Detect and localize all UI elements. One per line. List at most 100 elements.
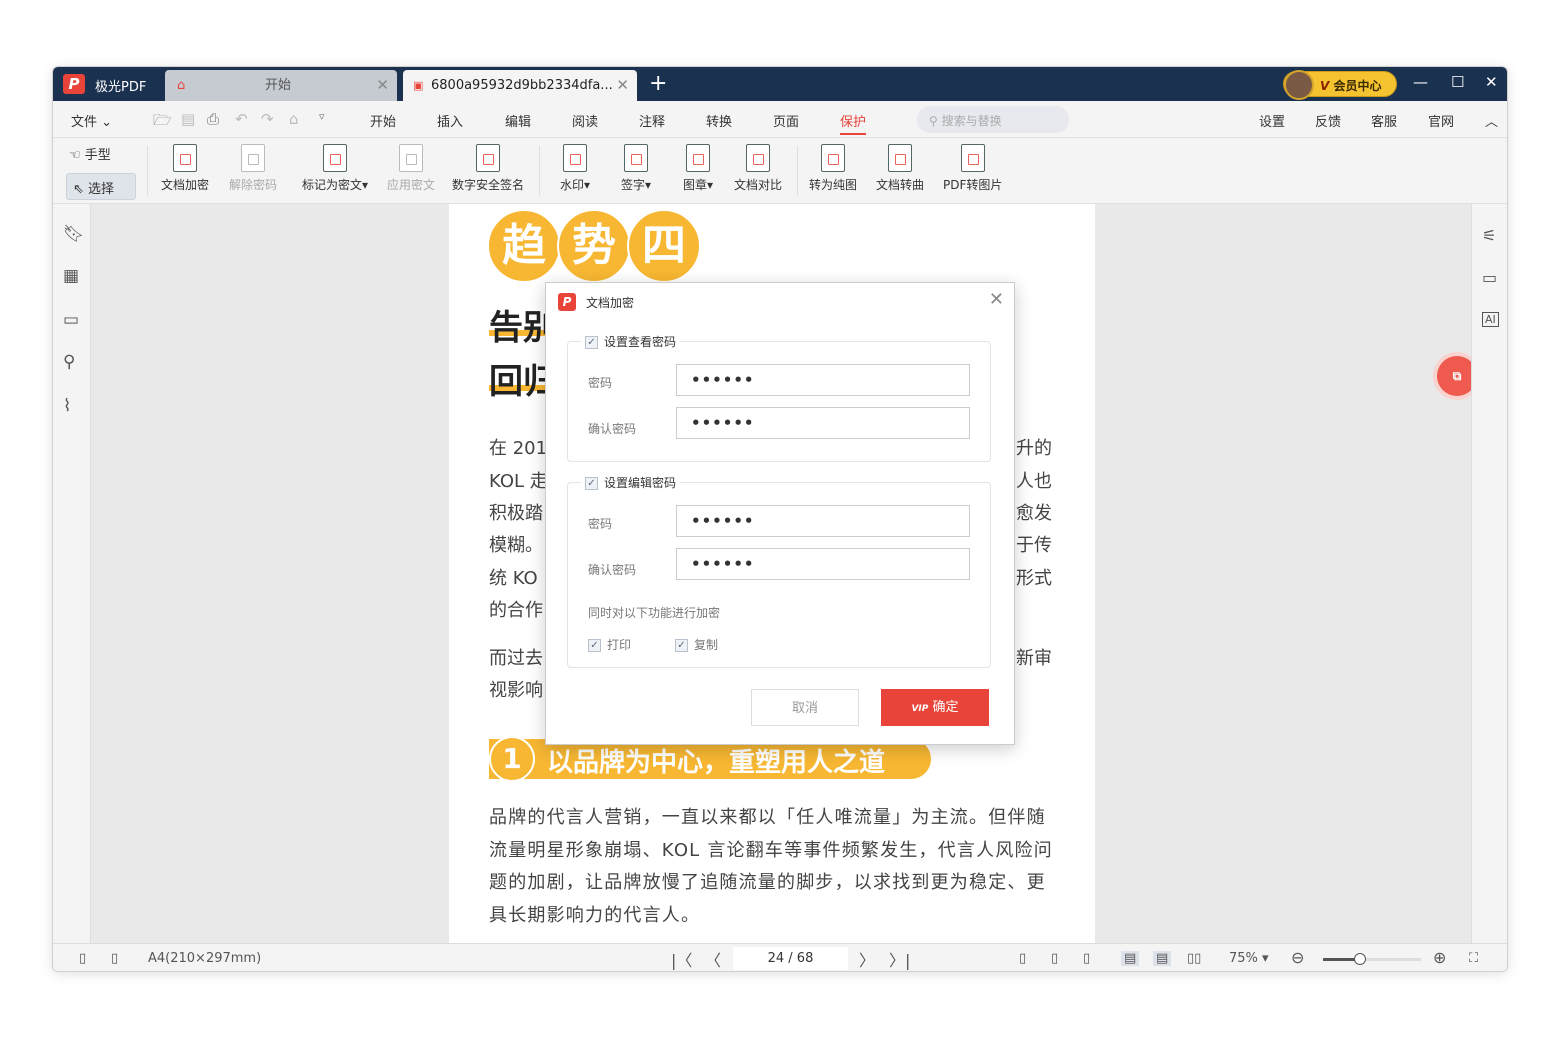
customize-dropdown-icon[interactable]: ▿	[319, 110, 325, 123]
close-tab-icon[interactable]: ✕	[616, 70, 629, 101]
menu-page[interactable]: 页面	[773, 111, 799, 130]
ai-icon[interactable]: AI	[1482, 312, 1499, 327]
paragraph-fragment: 人也	[1016, 471, 1052, 492]
edit-confirm-input[interactable]: ••••••	[676, 548, 970, 580]
edit-password-input[interactable]: ••••••	[676, 505, 970, 537]
pen-doc-icon	[476, 144, 500, 172]
app-name: 极光PDF	[95, 80, 147, 95]
menu-start[interactable]: 开始	[370, 111, 396, 130]
confirm-button[interactable]: VIP 确定	[881, 689, 989, 726]
zoom-select[interactable]: 75% ▾	[1229, 951, 1269, 966]
continuous-view-icon[interactable]: ▤	[1121, 951, 1140, 966]
title-char: 四	[627, 209, 701, 283]
print-checkbox[interactable]: ✓ 打印	[588, 636, 631, 653]
chat-icon[interactable]: ▭	[1482, 268, 1497, 287]
home-icon[interactable]: ⌂	[289, 110, 299, 128]
search-icon[interactable]: ⚲	[63, 352, 75, 372]
menu-convert[interactable]: 转换	[706, 111, 732, 130]
close-tab-icon[interactable]: ✕	[376, 70, 389, 101]
tab-document[interactable]: ▣ 6800a95932d9bb2334dfa... ✕	[403, 70, 637, 101]
select-tool[interactable]: ⇖ 选择	[66, 173, 136, 200]
password-label: 密码	[588, 376, 613, 390]
menu-settings[interactable]: 设置	[1259, 111, 1285, 130]
dialog-title: 文档加密	[586, 296, 635, 310]
thumbnails-icon[interactable]: ▦	[63, 266, 79, 286]
sign-button[interactable]: 签字▾	[621, 144, 651, 193]
to-image-only-button[interactable]: 转为纯图	[809, 144, 857, 193]
comments-icon[interactable]: ▭	[63, 310, 79, 330]
vip-center-button[interactable]: V 会员中心	[1283, 70, 1397, 100]
menu-protect[interactable]: 保护	[840, 111, 867, 135]
pdf-to-image-button[interactable]: PDF转图片	[943, 144, 1002, 193]
menu-insert[interactable]: 插入	[437, 111, 463, 130]
menu-support[interactable]: 客服	[1371, 111, 1397, 130]
zoom-in-button[interactable]: ⊕	[1433, 948, 1446, 967]
collapse-ribbon-icon[interactable]: ︿	[1485, 111, 1498, 130]
first-page-button[interactable]: |〈	[671, 947, 692, 971]
lock-doc-icon	[173, 144, 197, 172]
encrypt-document-button[interactable]: 文档加密	[161, 144, 209, 193]
checkbox-checked-icon: ✓	[585, 477, 598, 490]
undo-icon[interactable]: ↶	[235, 110, 248, 128]
view-password-checkbox[interactable]: ✓ 设置查看密码	[581, 333, 681, 350]
close-dialog-button[interactable]: ✕	[989, 289, 1004, 310]
zoom-slider-knob[interactable]	[1354, 953, 1367, 965]
bookmark-icon[interactable]: 🔖︎	[63, 224, 85, 244]
view-confirm-input[interactable]: ••••••	[676, 407, 970, 439]
maximize-button[interactable]: ☐	[1451, 73, 1464, 91]
two-page-icon[interactable]: ▯▯	[1187, 951, 1201, 966]
digital-signature-button[interactable]: 数字安全签名	[452, 144, 524, 193]
new-tab-button[interactable]: +	[649, 71, 667, 96]
save-icon[interactable]: ▤	[181, 110, 195, 128]
fit-width-icon[interactable]: ▯	[1083, 951, 1090, 966]
print-icon[interactable]: ⎙	[207, 110, 219, 128]
fit-page-icon[interactable]: ▯	[1051, 951, 1058, 966]
menu-website[interactable]: 官网	[1428, 111, 1454, 130]
zoom-slider[interactable]	[1323, 953, 1421, 965]
tab-home[interactable]: ⌂ 开始 ✕	[165, 70, 397, 101]
open-folder-icon[interactable]: 🗁	[153, 110, 172, 135]
close-window-button[interactable]: ✕	[1485, 73, 1498, 91]
cancel-button[interactable]: 取消	[751, 689, 859, 726]
view-password-input[interactable]: ••••••	[676, 364, 970, 396]
edit-password-checkbox[interactable]: ✓ 设置编辑密码	[581, 474, 681, 491]
properties-icon[interactable]: ⚟	[1482, 226, 1496, 245]
attachment-icon[interactable]: ⌇	[63, 396, 71, 416]
hand-tool[interactable]: ☜ 手型	[69, 144, 111, 163]
paragraph-fragment: 新审	[1016, 648, 1052, 669]
redo-icon[interactable]: ↷	[261, 110, 274, 128]
outline-text-button[interactable]: 文档转曲	[876, 144, 924, 193]
prev-view-icon[interactable]: ▯	[79, 951, 86, 966]
mark-redaction-button[interactable]: 标记为密文▾	[302, 144, 368, 193]
menu-feedback[interactable]: 反馈	[1315, 111, 1341, 130]
next-view-icon[interactable]: ▯	[111, 951, 118, 966]
single-page-icon[interactable]: ▤	[1153, 951, 1172, 966]
actual-size-icon[interactable]: ▯	[1019, 951, 1026, 966]
apply-redaction-button[interactable]: 应用密文	[387, 144, 435, 193]
stamp-button[interactable]: 图章▾	[683, 144, 713, 193]
watermark-icon	[563, 144, 588, 172]
fullscreen-icon[interactable]: ⛶	[1469, 951, 1478, 966]
tool-label: 水印▾	[560, 178, 591, 192]
prev-page-button[interactable]: 〈	[705, 947, 721, 971]
copy-checkbox[interactable]: ✓ 复制	[675, 636, 718, 653]
remove-password-button[interactable]: 解除密码	[229, 144, 277, 193]
search-icon: ⚲	[929, 114, 942, 128]
last-page-button[interactable]: 〉|	[889, 947, 910, 971]
search-input[interactable]: ⚲ 搜索与替换	[917, 106, 1069, 133]
menu-read[interactable]: 阅读	[572, 111, 598, 130]
avatar[interactable]	[1284, 70, 1314, 100]
zoom-out-button[interactable]: ⊖	[1291, 948, 1304, 967]
menu-file[interactable]: 文件 ⌄	[71, 111, 112, 130]
menu-edit[interactable]: 编辑	[505, 111, 531, 130]
next-page-button[interactable]: 〉	[859, 947, 875, 971]
page-number-input[interactable]: 24 / 68	[733, 947, 848, 970]
tool-label: 数字安全签名	[452, 178, 525, 192]
app-logo: P	[63, 74, 85, 94]
menu-annotate[interactable]: 注释	[639, 111, 665, 130]
compare-button[interactable]: 文档对比	[734, 144, 782, 193]
checkbox-label: 打印	[607, 638, 632, 652]
watermark-button[interactable]: 水印▾	[560, 144, 590, 193]
tool-label: PDF转图片	[943, 178, 1003, 192]
minimize-button[interactable]: —	[1413, 73, 1428, 91]
